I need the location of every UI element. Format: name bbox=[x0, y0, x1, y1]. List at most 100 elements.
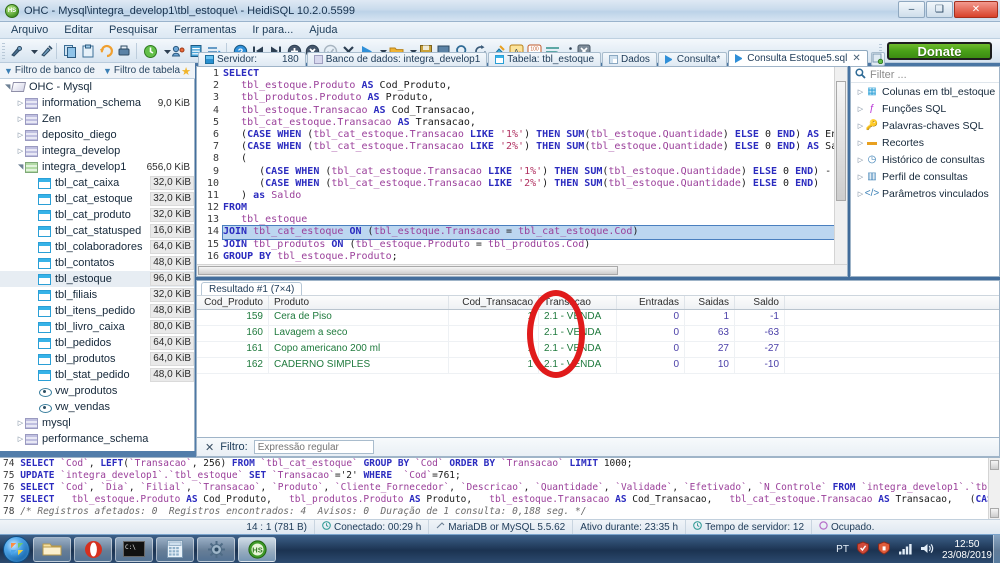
column-header-transacao[interactable]: Transacao bbox=[539, 296, 617, 309]
menu-ferramentas[interactable]: Ferramentas bbox=[167, 23, 243, 37]
editor-line[interactable]: 12 FROM bbox=[197, 202, 847, 214]
main-tab-bar[interactable]: Servidor: 180 Banco de dados: integra_deve… bbox=[196, 50, 1000, 66]
filter-input[interactable] bbox=[253, 440, 374, 454]
print-icon[interactable] bbox=[116, 43, 132, 59]
menu-arquivo[interactable]: Arquivo bbox=[4, 23, 55, 37]
tree-item-ohc---mysql[interactable]: ◢ OHC - Mysql bbox=[0, 79, 194, 95]
opera-taskbar-button[interactable] bbox=[74, 536, 112, 562]
helper-item-hist-rico-de-consultas[interactable]: ▷ ◷ Histórico de consultas bbox=[851, 151, 999, 168]
tree-item-tbl_contatos[interactable]: tbl_contatos 48,0 KiB bbox=[0, 255, 194, 271]
tree-item-tbl_pedidos[interactable]: tbl_pedidos 64,0 KiB bbox=[0, 335, 194, 351]
tree-item-performance_schema[interactable]: ▷ performance_schema bbox=[0, 431, 194, 447]
tree-item-tbl_livro_caixa[interactable]: tbl_livro_caixa 80,0 KiB bbox=[0, 319, 194, 335]
helper-item-par-metros-vinculados[interactable]: ▷ </> Parâmetros vinculados bbox=[851, 185, 999, 202]
cheatengine-taskbar-button[interactable] bbox=[197, 536, 235, 562]
table-row[interactable]: 161 Copo americano 200 ml 1 2.1 - VENDA 0 27-… bbox=[197, 342, 999, 358]
show-desktop-button[interactable] bbox=[993, 535, 1000, 563]
cell-entradas[interactable]: 0 bbox=[617, 310, 685, 325]
cell-saldo[interactable]: -1 bbox=[735, 310, 785, 325]
results-grid-header[interactable]: Cod_Produto Produto Cod_Transacao Transacao… bbox=[197, 295, 999, 310]
taskbar-clock[interactable]: 12:50 23/08/2019 bbox=[942, 539, 992, 561]
main-tab-consulta-estoque5-sql[interactable]: Consulta Estoque5.sql ✕ bbox=[728, 50, 868, 66]
cell-transacao[interactable]: 2.1 - VENDA bbox=[539, 342, 617, 357]
twisty-collapsed-icon[interactable]: ▷ bbox=[16, 99, 25, 107]
editor-line[interactable]: 8 ( bbox=[197, 153, 847, 165]
column-header-produto[interactable]: Produto bbox=[269, 296, 449, 309]
heidisql-taskbar-button[interactable]: HS bbox=[238, 536, 276, 562]
main-tab-banco-de-dados--integra_develop1[interactable]: Banco de dados: integra_develop1 bbox=[306, 52, 488, 66]
editor-line[interactable]: 1 SELECT bbox=[197, 68, 847, 80]
sql-log-panel[interactable]: 74 SELECT `Cod`, LEFT(`Transacao`, 256) … bbox=[0, 457, 1000, 519]
cell-produto[interactable]: Copo americano 200 ml bbox=[269, 342, 449, 357]
paste-icon[interactable] bbox=[80, 43, 96, 59]
twisty-collapsed-icon[interactable]: ▷ bbox=[16, 115, 25, 123]
tree-item-integra_develop1[interactable]: ◢ integra_develop1 656,0 KiB bbox=[0, 159, 194, 175]
menu-pesquisar[interactable]: Pesquisar bbox=[102, 23, 165, 37]
cell-saidas[interactable]: 1 bbox=[685, 310, 735, 325]
maximize-button[interactable]: ❑ bbox=[926, 1, 953, 18]
twisty-expanded-icon[interactable]: ◢ bbox=[17, 163, 25, 172]
cell-transacao[interactable]: 2.1 - VENDA bbox=[539, 326, 617, 341]
column-header-saidas[interactable]: Saidas bbox=[685, 296, 735, 309]
cell-entradas[interactable]: 0 bbox=[617, 326, 685, 341]
editor-line[interactable]: 7 (CASE WHEN (tbl_cat_estoque.Transacao … bbox=[197, 141, 847, 153]
tree-item-tbl_cat_statusped[interactable]: tbl_cat_statusped 16,0 KiB bbox=[0, 223, 194, 239]
tree-item-tbl_cat_caixa[interactable]: tbl_cat_caixa 32,0 KiB bbox=[0, 175, 194, 191]
table-row[interactable]: 160 Lavagem a seco 1 2.1 - VENDA 0 63 -63 bbox=[197, 326, 999, 342]
menu-ajuda[interactable]: Ajuda bbox=[302, 23, 344, 37]
tree-item-tbl_produtos[interactable]: tbl_produtos 64,0 KiB bbox=[0, 351, 194, 367]
copy-icon[interactable] bbox=[62, 43, 78, 59]
toolbar-grip[interactable] bbox=[2, 43, 5, 59]
console-taskbar-button[interactable]: C:\ bbox=[115, 536, 153, 562]
favorites-star-icon[interactable]: ★ bbox=[181, 65, 191, 78]
new-session-icon[interactable] bbox=[8, 43, 24, 59]
main-tab-tabela--tbl_estoque[interactable]: Tabela: tbl_estoque bbox=[488, 52, 602, 66]
minimize-button[interactable]: – bbox=[898, 1, 925, 18]
main-tab-consulta-[interactable]: Consulta* bbox=[657, 52, 728, 66]
undo-icon[interactable] bbox=[98, 43, 114, 59]
editor-line[interactable]: 14 JOIN tbl_cat_estoque ON (tbl_estoque.T… bbox=[197, 225, 847, 240]
twisty-collapsed-icon[interactable]: ▷ bbox=[16, 419, 25, 427]
close-button[interactable]: ✕ bbox=[954, 1, 998, 18]
calculator-taskbar-button[interactable] bbox=[156, 536, 194, 562]
helper-item-fun--es-sql[interactable]: ▷ ƒ Funções SQL bbox=[851, 100, 999, 117]
results-grid-body[interactable]: 159 Cera de Piso 1 2.1 - VENDA 0 1 -1 160 Lavage… bbox=[197, 310, 999, 374]
cell-transacao[interactable]: 2.1 - VENDA bbox=[539, 358, 617, 373]
cell-cod_transacao[interactable]: 1 bbox=[449, 342, 539, 357]
column-header-cod_produto[interactable]: Cod_Produto bbox=[197, 296, 269, 309]
log-vertical-scrollbar[interactable] bbox=[988, 458, 1000, 519]
results-grid[interactable]: Cod_Produto Produto Cod_Transacao Transacao… bbox=[197, 295, 999, 437]
editor-line[interactable]: 9 (CASE WHEN (tbl_cat_estoque.Transacao … bbox=[197, 166, 847, 178]
tree-item-tbl_stat_pedido[interactable]: tbl_stat_pedido 48,0 KiB bbox=[0, 367, 194, 383]
new-tab-button[interactable] bbox=[870, 52, 885, 66]
twisty-collapsed-icon[interactable]: ▷ bbox=[855, 156, 866, 164]
main-tab-servidor-[interactable]: Servidor: 180 bbox=[198, 52, 306, 66]
tree-item-vw_produtos[interactable]: vw_produtos bbox=[0, 383, 194, 399]
cell-cod_transacao[interactable]: 1 bbox=[449, 358, 539, 373]
antivirus-tray-icon[interactable] bbox=[856, 541, 870, 558]
cell-transacao[interactable]: 2.1 - VENDA bbox=[539, 310, 617, 325]
cell-produto[interactable]: CADERNO SIMPLES bbox=[269, 358, 449, 373]
twisty-collapsed-icon[interactable]: ▷ bbox=[855, 88, 866, 96]
twisty-collapsed-icon[interactable]: ▷ bbox=[16, 131, 25, 139]
cell-produto[interactable]: Lavagem a seco bbox=[269, 326, 449, 341]
editor-line[interactable]: 6 (CASE WHEN (tbl_cat_estoque.Transacao … bbox=[197, 129, 847, 141]
new-query-tab-icon[interactable] bbox=[38, 43, 54, 59]
helper-item-perfil-de-consultas[interactable]: ▷ ▥ Perfil de consultas bbox=[851, 168, 999, 185]
editor-line[interactable]: 4 tbl_estoque.Transacao AS Cod_Transacao… bbox=[197, 105, 847, 117]
cell-saldo[interactable]: -27 bbox=[735, 342, 785, 357]
tree-item-tbl_estoque[interactable]: tbl_estoque 96,0 KiB bbox=[0, 271, 194, 287]
cell-cod_produto[interactable]: 162 bbox=[197, 358, 269, 373]
column-header-entradas[interactable]: Entradas bbox=[617, 296, 685, 309]
twisty-collapsed-icon[interactable]: ▷ bbox=[855, 122, 866, 130]
editor-vertical-scrollbar[interactable] bbox=[834, 67, 847, 276]
log-vscroll-thumb[interactable] bbox=[990, 460, 999, 470]
main-tab-dados[interactable]: Dados bbox=[602, 52, 657, 66]
twisty-collapsed-icon[interactable]: ▷ bbox=[16, 435, 25, 443]
tree-item-mysql[interactable]: ▷ mysql bbox=[0, 415, 194, 431]
tree-item-zen[interactable]: ▷ Zen bbox=[0, 111, 194, 127]
column-header-saldo[interactable]: Saldo bbox=[735, 296, 785, 309]
twisty-collapsed-icon[interactable]: ▷ bbox=[855, 173, 866, 181]
helper-filter-row[interactable]: Filter ... bbox=[851, 67, 999, 83]
tree-item-tbl_itens_pedido[interactable]: tbl_itens_pedido 48,0 KiB bbox=[0, 303, 194, 319]
